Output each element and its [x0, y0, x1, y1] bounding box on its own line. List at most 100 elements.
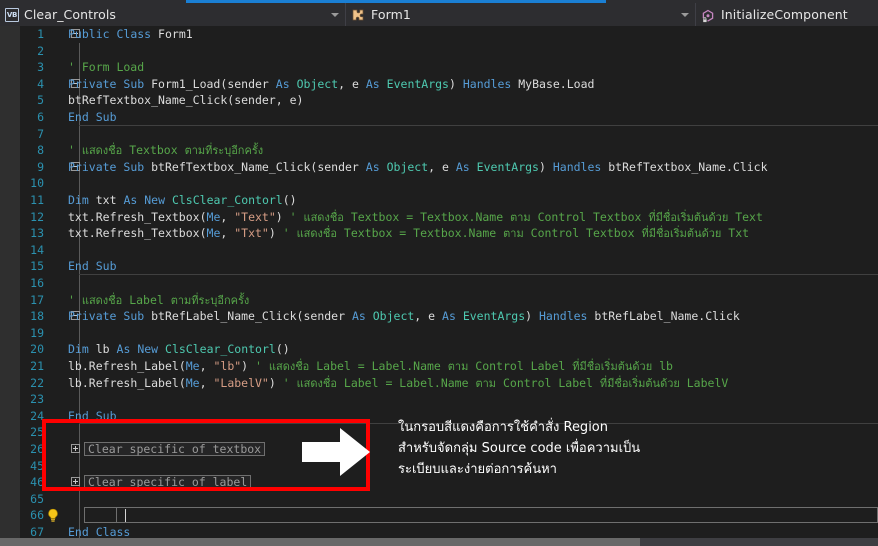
annotation-text: ในกรอบสีแดงคือการใช้คำสั่ง Region สำหรับจ…	[398, 417, 768, 480]
code-line[interactable]: 6 End Sub	[0, 109, 878, 126]
structure-guide-line	[79, 507, 80, 524]
code-line[interactable]: 8 ' แสดงชื่อ Textbox ตามที่ระบุอีกครั้ง	[0, 142, 878, 159]
line-number: 5	[37, 93, 44, 108]
line-number: 21	[30, 359, 44, 373]
code-text: txt.Refresh_Textbox(Me, "Txt") ' แสดงชื่…	[68, 226, 750, 241]
member-dropdown[interactable]: InitializeComponent	[696, 3, 878, 26]
code-line[interactable]: 7	[0, 125, 878, 143]
line-number: 22	[30, 375, 44, 390]
chevron-down-icon[interactable]	[681, 12, 689, 17]
horizontal-scrollbar[interactable]	[0, 538, 878, 546]
line-number: 1	[37, 27, 44, 41]
code-line[interactable]: 3 ' Form Load	[0, 59, 878, 76]
line-number: 8	[37, 143, 44, 158]
line-number: 15	[30, 259, 44, 274]
code-text: lb.Refresh_Label(Me, "LabelV") ' แสดงชื่…	[68, 375, 729, 390]
code-line[interactable]: 21 lb.Refresh_Label(Me, "lb") ' แสดงชื่อ…	[0, 358, 878, 375]
class-puzzle-icon	[351, 8, 366, 22]
code-line[interactable]: 4 Private Sub Form1_Load(sender As Objec…	[0, 75, 878, 93]
code-line[interactable]: 17 ' แสดงชื่อ Label ตามที่ระบุอีกครั้ง	[0, 291, 878, 309]
line-number: 20	[30, 342, 44, 357]
line-number: 18	[30, 309, 44, 324]
structure-guide-line	[79, 125, 80, 143]
expand-region-icon[interactable]	[71, 444, 80, 453]
code-text: ' แสดงชื่อ Textbox ตามที่ระบุอีกครั้ง	[68, 143, 264, 158]
code-text: ' แสดงชื่อ Label ตามที่ระบุอีกครั้ง	[68, 292, 250, 307]
code-line[interactable]: 10	[0, 175, 878, 192]
code-text: Private Sub btRefTextbox_Name_Click(send…	[68, 159, 768, 174]
code-text: ' Form Load	[68, 60, 145, 75]
code-line[interactable]: 1 Public Class Form1	[0, 26, 878, 43]
code-line[interactable]: 2	[0, 42, 878, 60]
code-text: lb.Refresh_Label(Me, "lb") ' แสดงชื่อ La…	[68, 359, 673, 373]
line-number: 14	[30, 242, 44, 257]
code-text: Private Sub Form1_Load(sender As Object,…	[68, 76, 595, 91]
code-text: btRefTextbox_Name_Click(sender, e)	[68, 93, 304, 108]
code-text: Dim lb As New ClsClear_Contorl()	[68, 342, 290, 357]
vs-code-editor-window: VB Clear_Controls Form1 InitializeCompon…	[0, 0, 878, 546]
vb-project-icon: VB	[5, 7, 19, 22]
structure-guide-line	[79, 457, 80, 475]
line-number: 3	[37, 60, 44, 75]
code-text: End Sub	[68, 110, 117, 124]
line-number: 16	[30, 276, 44, 290]
annotation-line: สำหรับจัดกลุ่ม Source code เพื่อความเป็น	[398, 441, 641, 456]
line-number: 19	[30, 325, 44, 340]
line-number: 23	[30, 392, 44, 407]
code-line[interactable]: 14	[0, 241, 878, 259]
annotation-line: ในกรอบสีแดงคือการใช้คำสั่ง Region	[398, 420, 608, 435]
annotation-line: ระเบียบและง่ายต่อการค้นหา	[398, 462, 557, 477]
code-line[interactable]: 18 Private Sub btRefLabel_Name_Click(sen…	[0, 308, 878, 325]
code-line[interactable]: 5 btRefTextbox_Name_Click(sender, e)	[0, 92, 878, 109]
project-dropdown-label: Clear_Controls	[24, 7, 117, 22]
line-number: 2	[37, 43, 44, 58]
code-text: End Sub	[68, 408, 117, 423]
code-line[interactable]: 13 txt.Refresh_Textbox(Me, "Txt") ' แสดง…	[0, 225, 878, 242]
code-line[interactable]: 65	[0, 490, 878, 508]
code-line[interactable]: 22 lb.Refresh_Label(Me, "LabelV") ' แสดง…	[0, 374, 878, 392]
line-number: 6	[37, 110, 44, 124]
structure-guide-line	[79, 324, 80, 342]
class-dropdown[interactable]: Form1	[346, 3, 696, 26]
code-line[interactable]: 16	[0, 275, 878, 292]
code-navigation-bar: VB Clear_Controls Form1 InitializeCompon…	[0, 3, 878, 26]
structure-guide-line	[79, 490, 80, 508]
chevron-down-icon[interactable]	[331, 12, 339, 17]
structure-guide-line	[79, 42, 80, 60]
code-line[interactable]: 23	[0, 391, 878, 408]
code-line[interactable]: 11 Dim txt As New ClsClear_Contorl()	[0, 192, 878, 209]
project-dropdown[interactable]: VB Clear_Controls	[0, 3, 346, 26]
code-text: End Sub	[68, 259, 117, 274]
code-line[interactable]: 19	[0, 324, 878, 342]
structure-guide-line	[79, 391, 80, 408]
expand-region-icon[interactable]	[71, 477, 80, 487]
lightbulb-icon[interactable]	[46, 508, 60, 523]
line-number: 45	[30, 458, 44, 473]
current-line-highlight	[84, 507, 878, 524]
line-number: 65	[30, 491, 44, 506]
member-dropdown-label: InitializeComponent	[721, 7, 848, 22]
structure-guide-line	[79, 424, 80, 441]
right-arrow-icon	[296, 423, 376, 481]
code-line[interactable]: 20 Dim lb As New ClsClear_Contorl()	[0, 341, 878, 358]
code-line[interactable]: 12 txt.Refresh_Textbox(Me, "Text") ' แสด…	[0, 208, 878, 226]
line-number: 7	[37, 126, 44, 141]
structure-guide-line	[79, 275, 80, 292]
line-number: 25	[30, 425, 44, 440]
code-text: Public Class Form1	[68, 27, 193, 41]
horizontal-scrollbar-thumb[interactable]	[0, 538, 640, 546]
line-number: 46	[30, 475, 44, 490]
code-text: Private Sub btRefLabel_Name_Click(sender…	[68, 309, 740, 324]
code-line[interactable]: 15 End Sub	[0, 258, 878, 275]
structure-guide-line	[79, 175, 80, 192]
code-line[interactable]: 9 Private Sub btRefTextbox_Name_Click(se…	[0, 158, 878, 176]
line-number: 17	[30, 292, 44, 307]
line-number: 24	[30, 408, 44, 423]
code-text: txt.Refresh_Textbox(Me, "Text") ' แสดงชื…	[68, 209, 763, 224]
collapsed-region-chip[interactable]: Clear specific of textbox	[84, 442, 266, 456]
code-text: Dim txt As New ClsClear_Contorl()	[68, 193, 297, 207]
collapsed-region-chip[interactable]: Clear specific of label	[84, 475, 252, 490]
private-method-icon	[701, 8, 716, 22]
text-caret	[125, 509, 126, 523]
code-line[interactable]: 66	[0, 507, 878, 524]
